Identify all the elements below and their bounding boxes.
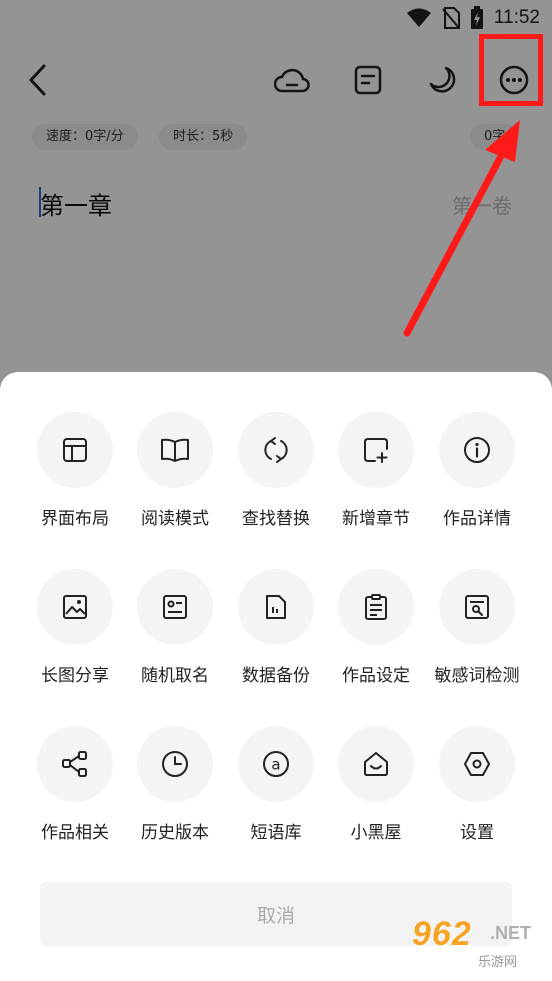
image-icon	[63, 595, 87, 619]
menu-label: 阅读模式	[141, 509, 209, 529]
options-row-2: 长图分享 随机取名 数据备份 作品设定 敏感词检测	[0, 569, 552, 709]
at-icon: a	[263, 751, 289, 777]
menu-label: 数据备份	[242, 666, 310, 686]
menu-item-settings[interactable]: 设置	[427, 726, 527, 866]
options-row-3: 作品相关 历史版本 a 短语库 小黑屋 设置	[0, 726, 552, 866]
menu-item-history-versions[interactable]: 历史版本	[125, 726, 225, 866]
menu-label: 查找替换	[242, 509, 310, 529]
svg-text:a: a	[271, 756, 280, 774]
menu-item-sensitive-word-check[interactable]: 敏感词检测	[427, 569, 527, 709]
house-icon	[364, 752, 388, 776]
add-chapter-icon	[364, 438, 388, 463]
menu-item-dark-room[interactable]: 小黑屋	[326, 726, 426, 866]
watermark-brand: 962	[412, 915, 472, 953]
menu-label: 作品设定	[342, 666, 410, 686]
info-icon	[464, 437, 490, 463]
menu-label: 历史版本	[141, 823, 209, 843]
replace-icon	[264, 437, 288, 463]
layout-icon	[63, 438, 87, 462]
doc-search-icon	[465, 595, 489, 619]
menu-label: 随机取名	[141, 666, 209, 686]
menu-label: 设置	[460, 823, 494, 843]
menu-label: 短语库	[250, 823, 302, 843]
clipboard-icon	[365, 594, 387, 620]
share-icon	[62, 751, 87, 777]
menu-label: 作品详情	[443, 509, 511, 529]
backup-icon	[266, 595, 286, 619]
menu-label: 新增章节	[342, 509, 410, 529]
menu-item-work-settings[interactable]: 作品设定	[326, 569, 426, 709]
watermark-suffix: .NET	[490, 923, 532, 943]
menu-item-find-replace[interactable]: 查找替换	[226, 412, 326, 552]
menu-item-reading-mode[interactable]: 阅读模式	[125, 412, 225, 552]
menu-label: 敏感词检测	[434, 666, 520, 686]
settings-icon	[464, 752, 490, 776]
menu-item-layout[interactable]: 界面布局	[25, 412, 125, 552]
more-options-sheet: 界面布局 阅读模式 查找替换 新增章节 作品详情 长图分享 随机取名 数据备份 …	[0, 372, 552, 981]
menu-item-long-image-share[interactable]: 长图分享	[25, 569, 125, 709]
menu-label: 长图分享	[41, 666, 109, 686]
options-row-1: 界面布局 阅读模式 查找替换 新增章节 作品详情	[0, 412, 552, 552]
site-watermark: 962 .NET 乐游网	[406, 915, 546, 973]
id-card-icon	[163, 595, 187, 619]
menu-item-add-chapter[interactable]: 新增章节	[326, 412, 426, 552]
menu-label: 作品相关	[41, 823, 109, 843]
menu-item-data-backup[interactable]: 数据备份	[226, 569, 326, 709]
menu-item-work-details[interactable]: 作品详情	[427, 412, 527, 552]
annotation-highlight-box	[479, 34, 543, 106]
menu-item-work-related[interactable]: 作品相关	[25, 726, 125, 866]
book-icon	[161, 438, 189, 462]
clock-icon	[162, 751, 188, 777]
menu-label: 界面布局	[41, 509, 109, 529]
menu-item-phrase-library[interactable]: a 短语库	[226, 726, 326, 866]
watermark-site: 乐游网	[478, 955, 518, 970]
menu-item-random-name[interactable]: 随机取名	[125, 569, 225, 709]
menu-label: 小黑屋	[350, 823, 402, 843]
